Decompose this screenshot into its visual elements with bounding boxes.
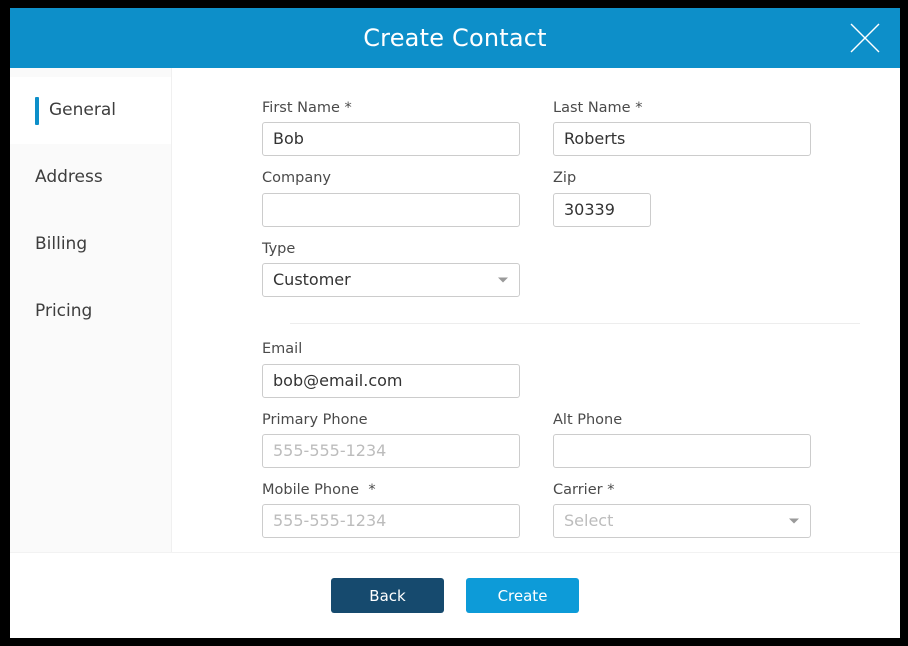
create-contact-dialog: Create Contact General Address Billing P… xyxy=(10,8,900,638)
alt-phone-field: Alt Phone xyxy=(553,412,811,468)
carrier-placeholder: Select xyxy=(564,513,613,529)
general-fields: First Name * Bob Last Name * Roberts xyxy=(172,68,900,552)
carrier-select[interactable]: Select xyxy=(553,504,811,538)
type-field: Type Customer xyxy=(262,241,520,297)
email-field: Email bob@email.com xyxy=(262,341,520,397)
mobile-phone-field: Mobile Phone * 555-555-1234 xyxy=(262,482,520,538)
carrier-label: Carrier * xyxy=(553,482,811,499)
type-value: Customer xyxy=(273,272,351,288)
sidebar-item-label: General xyxy=(35,102,116,119)
dialog-footer: Back Create xyxy=(10,552,900,638)
sidebar-item-pricing[interactable]: Pricing xyxy=(10,278,171,345)
back-button[interactable]: Back xyxy=(331,578,444,613)
sidebar-item-label: Address xyxy=(35,169,103,186)
zip-input[interactable]: 30339 xyxy=(553,193,651,227)
chevron-down-icon xyxy=(498,278,508,283)
phone-row: Primary Phone 555-555-1234 Alt Phone xyxy=(262,412,872,482)
company-input[interactable] xyxy=(262,193,520,227)
first-name-value: Bob xyxy=(273,131,304,147)
first-name-input[interactable]: Bob xyxy=(262,122,520,156)
alt-phone-input[interactable] xyxy=(553,434,811,468)
type-label: Type xyxy=(262,241,520,258)
email-value: bob@email.com xyxy=(273,373,402,389)
primary-phone-label: Primary Phone xyxy=(262,412,520,429)
dialog-title: Create Contact xyxy=(363,26,547,50)
dialog-body: General Address Billing Pricing First Na… xyxy=(10,68,900,552)
create-button[interactable]: Create xyxy=(466,578,579,613)
last-name-label: Last Name * xyxy=(553,100,811,117)
last-name-value: Roberts xyxy=(564,131,625,147)
form-area: First Name * Bob Last Name * Roberts xyxy=(172,68,900,552)
zip-label: Zip xyxy=(553,170,811,187)
sidebar-item-label: Pricing xyxy=(35,303,92,320)
sidebar: General Address Billing Pricing xyxy=(10,68,172,552)
last-name-field: Last Name * Roberts xyxy=(553,100,811,156)
company-label: Company xyxy=(262,170,520,187)
sidebar-item-billing[interactable]: Billing xyxy=(10,211,171,278)
last-name-input[interactable]: Roberts xyxy=(553,122,811,156)
mobile-phone-label: Mobile Phone * xyxy=(262,482,520,499)
company-field: Company xyxy=(262,170,520,226)
primary-phone-field: Primary Phone 555-555-1234 xyxy=(262,412,520,468)
mobile-phone-placeholder: 555-555-1234 xyxy=(273,513,386,529)
sidebar-item-general[interactable]: General xyxy=(10,77,171,144)
first-name-label: First Name * xyxy=(262,100,520,117)
primary-phone-input[interactable]: 555-555-1234 xyxy=(262,434,520,468)
email-row: Email bob@email.com xyxy=(262,341,872,411)
primary-phone-placeholder: 555-555-1234 xyxy=(273,443,386,459)
type-row: Type Customer xyxy=(262,241,872,311)
zip-value: 30339 xyxy=(564,202,615,218)
name-row: First Name * Bob Last Name * Roberts xyxy=(262,100,872,170)
close-icon[interactable] xyxy=(844,17,886,59)
mobile-carrier-row: Mobile Phone * 555-555-1234 Carrier * Se… xyxy=(262,482,872,552)
first-name-field: First Name * Bob xyxy=(262,100,520,156)
email-label: Email xyxy=(262,341,520,358)
dialog-titlebar: Create Contact xyxy=(10,8,900,68)
chevron-down-icon xyxy=(789,519,799,524)
carrier-field: Carrier * Select xyxy=(553,482,811,538)
zip-field: Zip 30339 xyxy=(553,170,811,226)
mobile-phone-input[interactable]: 555-555-1234 xyxy=(262,504,520,538)
alt-phone-label: Alt Phone xyxy=(553,412,811,429)
email-input[interactable]: bob@email.com xyxy=(262,364,520,398)
sidebar-item-address[interactable]: Address xyxy=(10,144,171,211)
company-zip-row: Company Zip 30339 xyxy=(262,170,872,240)
active-indicator xyxy=(35,97,39,125)
type-select[interactable]: Customer xyxy=(262,263,520,297)
sidebar-item-label: Billing xyxy=(35,236,87,253)
